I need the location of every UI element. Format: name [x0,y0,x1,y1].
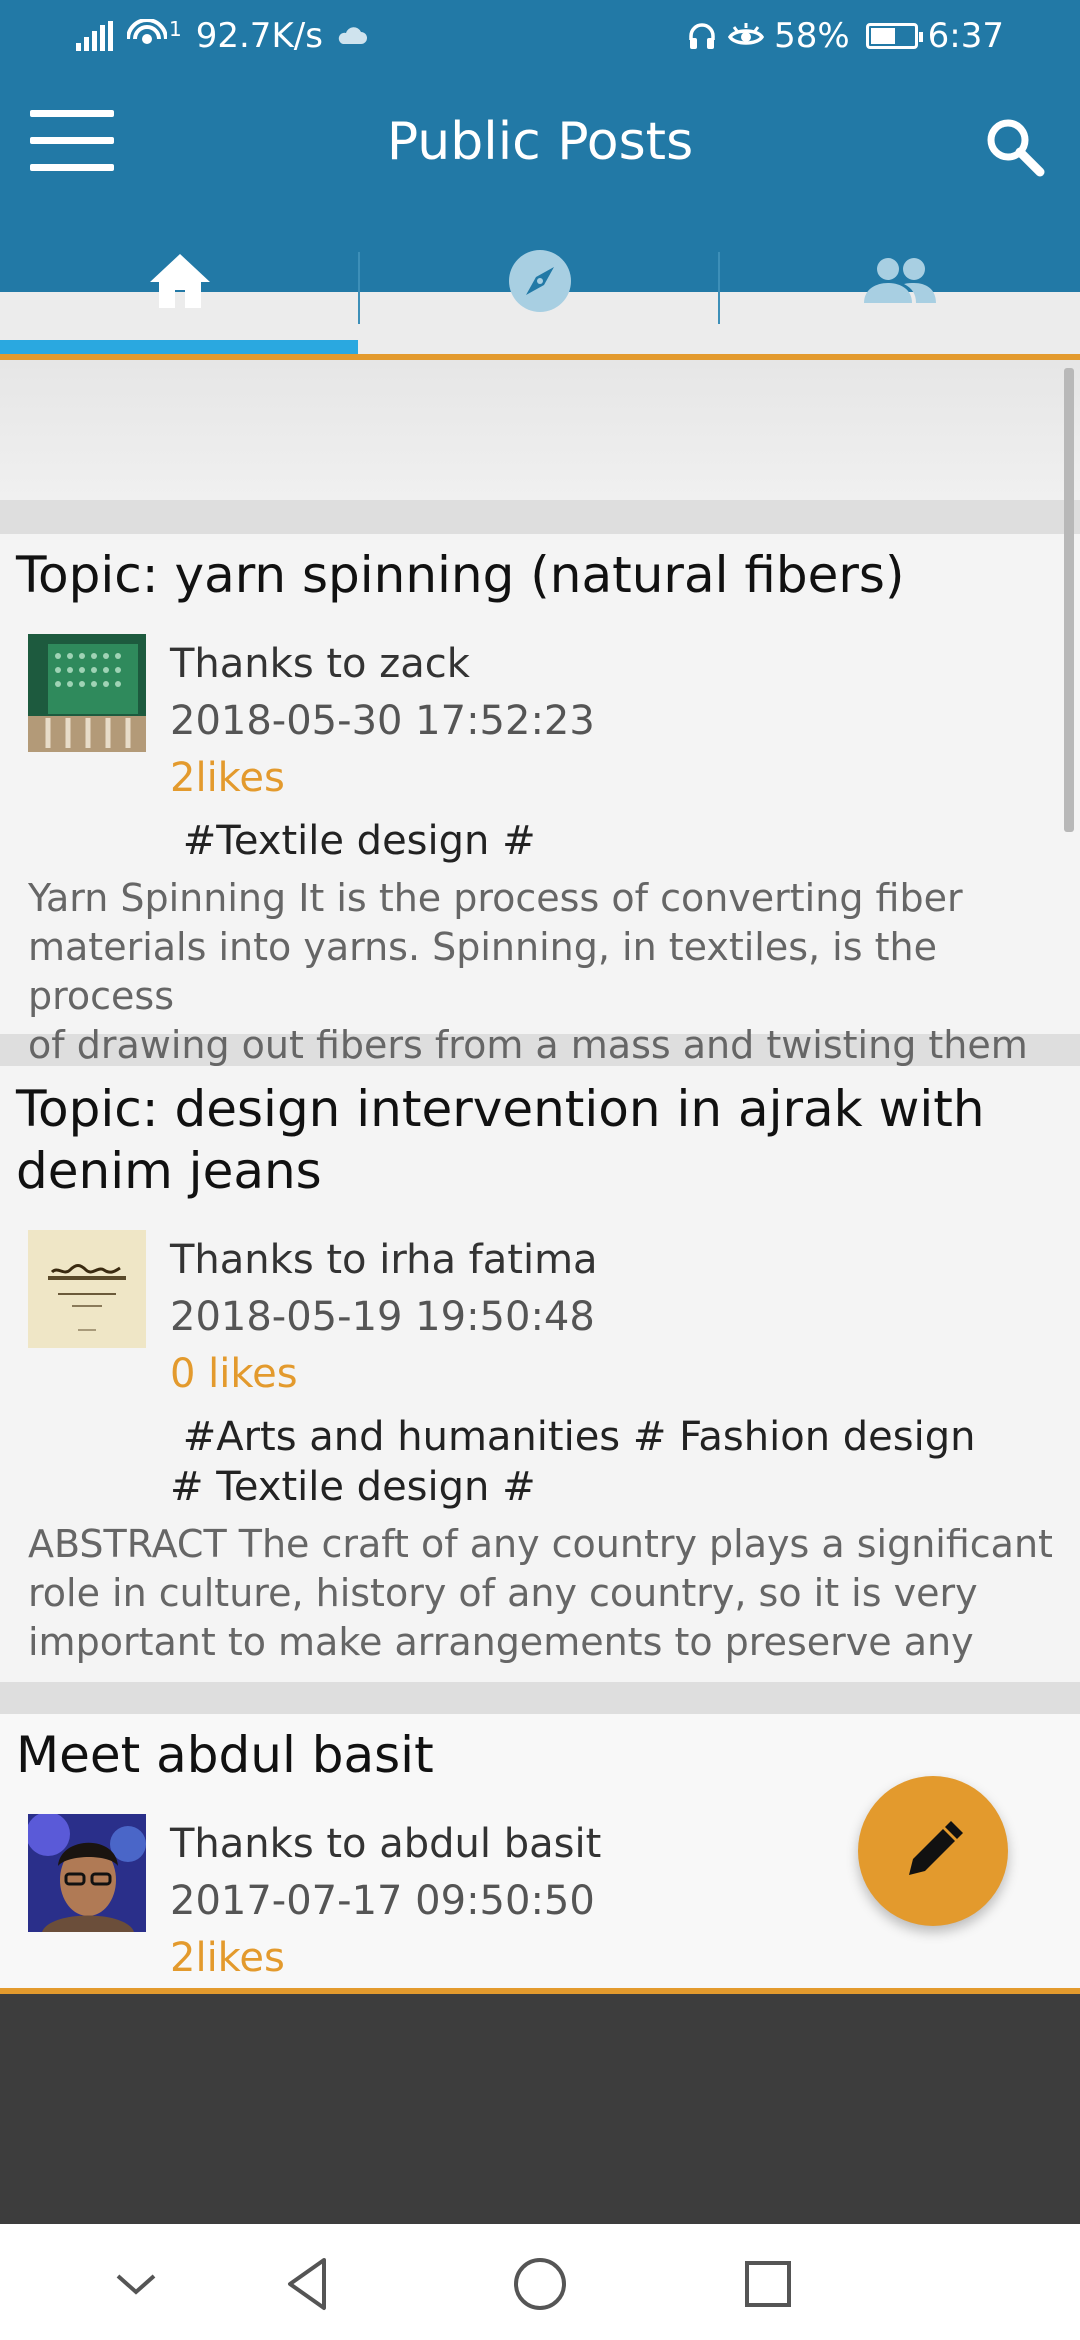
tags-line: # Textile design # [170,1464,536,1510]
back-icon[interactable] [278,2252,342,2316]
excerpt-line: ABSTRACT The craft of any country plays … [28,1522,1053,1566]
scrollbar[interactable] [1064,368,1074,832]
excerpt-line: of drawing out fibers from a mass and tw… [28,1023,1028,1067]
post-title: Meet abdul basit [16,1726,434,1784]
excerpt-line: role in culture, history of any country,… [28,1571,978,1615]
tab-people[interactable] [720,222,1080,362]
excerpt-line: important to make arrangements to preser… [28,1620,974,1664]
tags-line: #Textile design # [170,818,536,864]
people-icon [864,258,936,303]
post-card[interactable]: Topic: yarn spinning (natural fibers) Th… [0,534,1080,1067]
recents-square-icon[interactable] [736,2252,800,2316]
excerpt-line: materials into yarns. Spinning, in texti… [28,925,937,1018]
home-icon [150,254,210,308]
post-likes[interactable]: 2likes [170,1930,601,1987]
pencil-icon [909,1821,963,1875]
post-excerpt: Yarn Spinning It is the process of conve… [28,874,1060,1070]
network-speed: 92.7K/s [195,16,323,56]
tab-divider [718,252,720,324]
post-feed[interactable]: Topic: yarn spinning (natural fibers) Th… [0,360,1080,1990]
wifi-icon [127,19,167,44]
post-author[interactable]: Thanks to irha fatima [170,1232,598,1289]
headset-icon [689,23,715,49]
search-icon[interactable] [982,114,1046,178]
post-tags[interactable]: #Textile design # [170,816,536,866]
post-likes[interactable]: 2likes [170,750,595,807]
page-title: Public Posts [386,112,694,172]
post-excerpt: ABSTRACT The craft of any country plays … [28,1520,1060,1667]
status-left: 1 92.7K/s [76,16,367,56]
post-date: 2018-05-19 19:50:48 [170,1294,595,1340]
post-title: Topic: yarn spinning (natural fibers) [16,546,905,604]
chevron-down-icon[interactable] [104,2252,168,2316]
post-date: 2017-07-17 09:50:50 [170,1878,595,1924]
battery-fill [870,28,895,44]
status-right: 58% 6:37 [686,16,1004,56]
tab-divider [358,252,360,324]
tags-line: #Arts and humanities # Fashion design [170,1414,976,1460]
clock: 6:37 [927,16,1004,56]
signal-icon [76,21,113,51]
post-date: 2018-05-30 17:52:23 [170,698,595,744]
home-circle-icon[interactable] [508,2252,572,2316]
post-author[interactable]: Thanks to abdul basit [170,1816,601,1873]
post-thumbnail[interactable] [26,1812,146,1932]
post-meta: Thanks to zack 2018-05-30 17:52:23 2like… [170,636,595,807]
post-card[interactable]: Topic: design intervention in ajrak with… [0,1066,1080,1682]
bottom-panel [0,1994,1080,2224]
post-likes[interactable]: 0 likes [170,1346,598,1403]
post-author[interactable]: Thanks to zack [170,636,595,693]
tab-indicator [0,340,358,354]
compose-button[interactable] [858,1776,1008,1926]
empty-header-card [0,360,1080,500]
compass-icon [509,250,571,312]
excerpt-line: Yarn Spinning It is the process of conve… [28,876,963,920]
battery-percent: 58% [774,16,850,56]
post-meta: Thanks to irha fatima 2018-05-19 19:50:4… [170,1232,598,1403]
post-meta: Thanks to abdul basit 2017-07-17 09:50:5… [170,1816,601,1987]
tab-explore[interactable] [360,222,720,362]
post-title-line: Topic: design intervention in ajrak with [16,1080,985,1138]
post-tags[interactable]: #Arts and humanities # Fashion design # … [170,1412,975,1512]
post-title: Topic: design intervention in ajrak with… [16,1078,985,1202]
post-title-line: denim jeans [16,1142,322,1200]
wifi-badge: 1 [169,17,182,41]
status-bar: 1 92.7K/s 58% 6:37 [0,0,1080,72]
post-thumbnail[interactable] [28,1230,146,1348]
battery-icon [865,23,923,49]
cloud-icon [338,27,367,44]
eye-icon [728,23,765,45]
post-thumbnail[interactable] [28,634,146,752]
system-nav-bar [0,2224,1080,2340]
